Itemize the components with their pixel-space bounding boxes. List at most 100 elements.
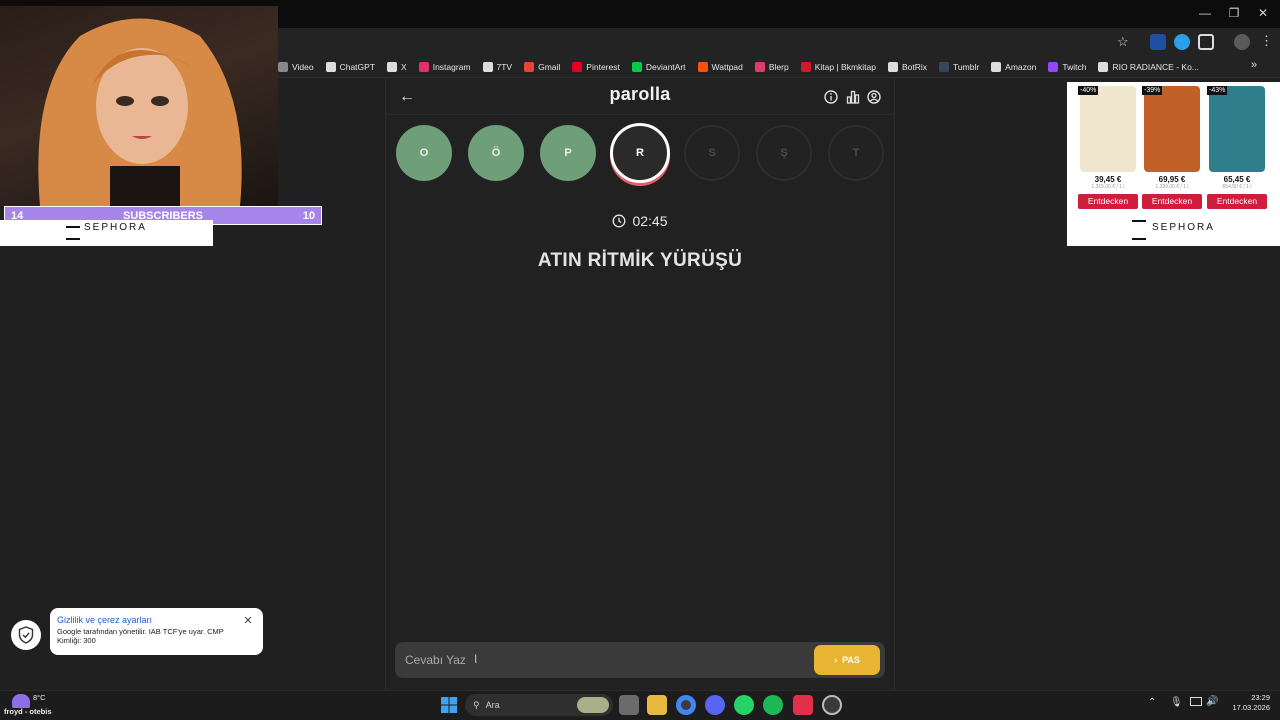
- windows-taskbar: [0, 690, 1280, 720]
- bookmark-favicon-icon: [1098, 62, 1109, 72]
- unit-price: 1.399,00 € / 1 l: [1155, 184, 1189, 190]
- cookie-consent-toast[interactable]: Gizlilik ve çerez ayarları Google tarafı…: [50, 608, 263, 655]
- extensions-puzzle-icon[interactable]: [1198, 34, 1214, 50]
- bookmark-item[interactable]: X: [387, 56, 407, 78]
- discount-badge: -39%: [1142, 86, 1163, 95]
- streamer-avatar-overlay: [0, 6, 278, 206]
- chevron-right-icon: ›: [834, 655, 838, 665]
- letter-circle-p: P: [540, 125, 596, 181]
- bookmark-item[interactable]: BotRix: [887, 56, 927, 78]
- bookmark-favicon-icon: [800, 62, 811, 72]
- letter-circle-oe: Ö: [468, 125, 524, 181]
- chrome-icon[interactable]: [676, 695, 696, 715]
- extension-icon[interactable]: [1174, 34, 1190, 50]
- text-cursor-icon: I: [474, 652, 478, 666]
- pass-label: PAS: [842, 655, 860, 665]
- ad-product-2[interactable]: -39% 69,95 € 1.399,00 € / 1 l Entdecken: [1142, 86, 1202, 216]
- weather-icon[interactable]: [12, 694, 30, 708]
- discount-badge: -40%: [1078, 86, 1099, 95]
- privacy-shield-button[interactable]: [11, 620, 41, 650]
- bookmark-favicon-icon: [325, 62, 336, 72]
- obs-icon[interactable]: [822, 695, 842, 715]
- shield-check-icon: [18, 626, 34, 644]
- bookmark-favicon-icon: [524, 62, 535, 72]
- windows-start-icon[interactable]: [440, 696, 458, 714]
- taskbar-clock[interactable]: 23:29 17.03.2026: [1224, 693, 1270, 713]
- bookmark-favicon-icon: [697, 62, 708, 72]
- news-ticker: froyd - otebis: [4, 707, 52, 716]
- discord-icon[interactable]: [705, 695, 725, 715]
- bookmark-item[interactable]: Wattpad: [697, 56, 743, 78]
- sub-count-right: 10: [302, 209, 315, 222]
- bookmark-label: X: [401, 62, 407, 72]
- bookmark-item[interactable]: Blerp: [754, 56, 789, 78]
- task-view-icon[interactable]: [619, 695, 639, 715]
- letter-circle-r-current: R: [610, 123, 670, 183]
- microphone-icon[interactable]: 🎙: [1170, 697, 1183, 708]
- toast-body: Google tarafından yönetilir. IAB TCF'ye …: [57, 627, 224, 645]
- info-icon[interactable]: [824, 90, 838, 104]
- close-icon[interactable]: ✕: [242, 615, 254, 627]
- bookmark-item[interactable]: Kitap | Bkmkitap: [800, 56, 876, 78]
- letter-circle-t: T: [828, 125, 884, 181]
- discover-button[interactable]: Entdecken: [1078, 194, 1138, 209]
- bookmark-item[interactable]: ChatGPT: [325, 56, 376, 78]
- speaker-icon[interactable]: 🔊: [1206, 696, 1218, 707]
- clock-time: 23:29: [1251, 693, 1270, 702]
- bookmark-label: RIO RADIANCE - Ko...: [1112, 62, 1199, 72]
- profile-avatar[interactable]: [1234, 34, 1250, 50]
- bookmark-item[interactable]: Video: [278, 56, 314, 78]
- price: 65,45 €: [1223, 175, 1251, 184]
- whatsapp-icon[interactable]: [734, 695, 754, 715]
- unit-price: 654,50 € / 1 l: [1222, 184, 1252, 190]
- network-icon[interactable]: [1190, 697, 1202, 706]
- bookmark-label: Twitch: [1062, 62, 1087, 72]
- price: 39,45 €: [1094, 175, 1122, 184]
- close-window-icon[interactable]: ✕: [1252, 4, 1274, 22]
- bookmark-item[interactable]: Pinterest: [572, 56, 620, 78]
- bookmarks-overflow-button[interactable]: »: [1251, 59, 1257, 71]
- weather-temp: 8°C: [33, 693, 46, 702]
- ad-product-1[interactable]: -40% 39,45 € 1.315,00 € / 1 l Entdecken: [1078, 86, 1138, 216]
- discover-button[interactable]: Entdecken: [1142, 194, 1202, 209]
- bookmark-label: DeviantArt: [645, 62, 686, 72]
- pass-button[interactable]: › PAS: [814, 645, 880, 675]
- bookmark-label: Instagram: [432, 62, 471, 72]
- file-explorer-icon[interactable]: [647, 695, 667, 715]
- answer-input[interactable]: [405, 648, 805, 672]
- bookmark-item[interactable]: Gmail: [524, 56, 560, 78]
- restore-icon[interactable]: ❐: [1223, 4, 1245, 22]
- perfume-bottle-image: [1144, 86, 1200, 172]
- letter-circle-sh: Ş: [756, 125, 812, 181]
- bookmark-item[interactable]: DeviantArt: [631, 56, 686, 78]
- bookmark-item[interactable]: RIO RADIANCE - Ko...: [1098, 56, 1199, 78]
- bookmark-item[interactable]: Amazon: [991, 56, 1036, 78]
- bookmark-item[interactable]: Twitch: [1048, 56, 1086, 78]
- bookmark-item[interactable]: 7TV: [482, 56, 512, 78]
- back-arrow-icon[interactable]: ←: [398, 88, 416, 106]
- extension-icon[interactable]: [1150, 34, 1166, 50]
- ad-product-3[interactable]: -43% 65,45 € 654,50 € / 1 l Entdecken: [1207, 86, 1267, 216]
- site-logo[interactable]: parolla: [560, 84, 720, 105]
- user-icon[interactable]: [867, 90, 881, 104]
- bookmark-favicon-icon: [1048, 62, 1059, 72]
- discover-button[interactable]: Entdecken: [1207, 194, 1267, 209]
- sephora-logo-mark: [66, 226, 80, 240]
- sephora-logo-mark: [1132, 220, 1146, 240]
- bookmark-item[interactable]: Instagram: [418, 56, 471, 78]
- bookmark-star-icon[interactable]: ☆: [1117, 34, 1129, 50]
- bookmark-favicon-icon: [482, 62, 493, 72]
- bookmark-item[interactable]: Tumblr: [939, 56, 979, 78]
- app-icon[interactable]: [793, 695, 813, 715]
- stats-icon[interactable]: [846, 90, 860, 104]
- chevron-up-icon[interactable]: ⌃: [1148, 697, 1156, 708]
- bookmark-label: Amazon: [1005, 62, 1037, 72]
- weather-widget[interactable]: 8°C: [33, 693, 46, 702]
- minimize-icon[interactable]: —: [1194, 4, 1216, 22]
- spotify-icon[interactable]: [763, 695, 783, 715]
- bookmark-label: ChatGPT: [339, 62, 376, 72]
- menu-dots-icon[interactable]: ⋮: [1260, 33, 1273, 49]
- bookmark-favicon-icon: [939, 62, 950, 72]
- toast-title[interactable]: Gizlilik ve çerez ayarları: [57, 615, 255, 625]
- search-highlight-image[interactable]: [577, 697, 609, 713]
